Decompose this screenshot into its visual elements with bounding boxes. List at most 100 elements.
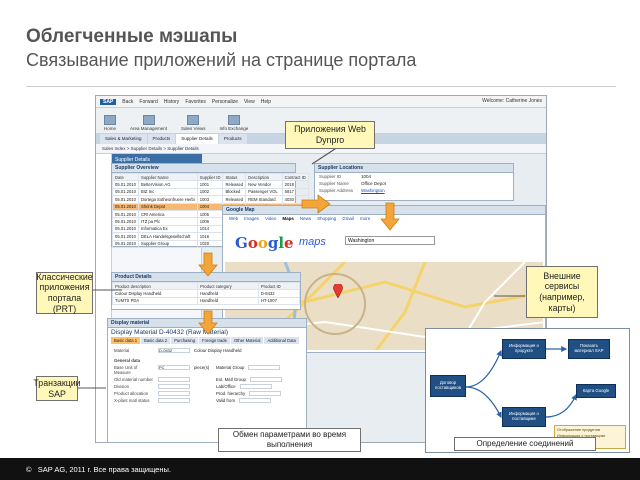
favorites-link[interactable]: Favorites — [185, 99, 206, 105]
node-supplier-list[interactable]: Договор поставщиков — [430, 375, 466, 397]
table-cell: 05.01.2010 — [112, 239, 139, 248]
product-details-panel: Product Details Product description Produ… — [111, 272, 301, 310]
field-label: X-plant matl status — [114, 398, 150, 403]
map-pin-icon[interactable] — [333, 284, 343, 298]
node-supplier-info[interactable]: Информация о поставщике — [502, 407, 546, 427]
location-field: Supplier Name Office Depot — [315, 180, 513, 187]
field-value: Office Depot — [361, 181, 386, 186]
section-label: General data — [114, 358, 141, 363]
table-cell: TUMTS PDA — [111, 296, 199, 306]
map-search-input[interactable]: Washington — [345, 236, 435, 245]
table-cell: Supplier Group — [137, 239, 198, 248]
panel-title: Supplier Locations — [315, 164, 513, 173]
field-unit — [194, 391, 212, 396]
table-row[interactable]: 05.01.2010 Dortega Sotheonfruere Herbi 100… — [112, 195, 309, 204]
help-link[interactable]: Help — [261, 99, 271, 105]
column-header[interactable]: Product ID — [257, 281, 301, 291]
link-gmail[interactable]: Gmail — [342, 216, 354, 221]
link-video[interactable]: Video — [265, 216, 276, 221]
material-id-field[interactable]: D-0432 — [158, 348, 190, 353]
column-header[interactable]: Description — [245, 172, 283, 182]
tab-products-2[interactable]: Products — [218, 134, 247, 144]
field-input[interactable] — [158, 391, 190, 396]
column-header[interactable]: Contract ID — [281, 172, 309, 182]
field-input[interactable] — [249, 391, 282, 396]
column-header[interactable]: Product category — [197, 281, 259, 291]
field-label: Supplier Address — [319, 188, 354, 193]
callout-sap-transactions: Транзакции SAP — [33, 376, 81, 401]
title-divider — [26, 86, 616, 87]
tab-products[interactable]: Products — [147, 134, 176, 144]
column-header[interactable]: Date — [112, 172, 139, 182]
field-input[interactable] — [158, 377, 190, 382]
field-input[interactable] — [239, 384, 272, 389]
sap-logo: SAP — [100, 98, 117, 105]
column-header[interactable]: Supplier ID — [196, 172, 224, 182]
field-value: 1004 — [361, 174, 372, 179]
table-cell: 05.01.2010 — [112, 217, 139, 226]
field-input[interactable]: PC — [158, 365, 190, 370]
table-cell: 05.01.2010 — [112, 187, 139, 197]
column-header[interactable]: Product description — [111, 281, 199, 291]
history-link[interactable]: History — [164, 99, 180, 105]
callout-external-services: Внешние сервисы (например, карты) — [526, 266, 598, 318]
tab-additional-data[interactable]: Additional Data — [264, 337, 299, 344]
forward-link[interactable]: Forward — [139, 99, 157, 105]
product-table: Product description Product category Produ… — [111, 281, 301, 306]
field-label: Product allocation — [114, 391, 149, 396]
field-input[interactable] — [239, 398, 272, 403]
footer-text: SAP AG, 2011 г. Все права защищены. — [37, 465, 171, 474]
table-row[interactable]: 05.01.2010 BIZ Inc 1002 Blocked Passenger VO… — [112, 187, 309, 197]
tab-supplier-details[interactable]: Supplier Details — [176, 134, 218, 144]
table-row[interactable]: TUMTS PDA Handheld HT-1007 — [111, 296, 301, 306]
table-cell: Released — [222, 180, 247, 189]
material-field-row: Division Lab/Office — [108, 383, 306, 390]
footer: © SAP AG, 2011 г. Все права защищены. — [0, 458, 640, 480]
node-google-map[interactable]: Карта Google — [576, 384, 616, 398]
field-input[interactable] — [249, 377, 282, 382]
field-label: Lab/Office — [216, 384, 236, 389]
column-header[interactable]: Supplier Name — [137, 172, 198, 182]
node-material-info[interactable]: Показать материал SAP — [568, 339, 610, 359]
back-link[interactable]: Back — [122, 99, 133, 105]
field-input[interactable] — [248, 365, 281, 370]
field-input[interactable] — [158, 384, 190, 389]
table-row[interactable]: 05.01.2010 BetterVision AG 1001 Released New… — [112, 180, 309, 189]
table-cell: 05.01.2010 — [112, 224, 139, 234]
table-cell: Dortega Sotheonfruere Herbi — [137, 195, 198, 204]
tool-info-exchange[interactable]: Info Exchange — [219, 115, 248, 131]
link-more[interactable]: more — [360, 216, 370, 221]
column-header[interactable]: Status — [222, 172, 247, 182]
field-unit — [194, 384, 212, 389]
field-input[interactable] — [158, 398, 190, 403]
link-news[interactable]: News — [300, 216, 311, 221]
tab-sales-marketing[interactable]: Sales & Marketing — [100, 134, 147, 144]
link-maps[interactable]: Maps — [282, 216, 294, 221]
welcome-text: Welcome: Catherine Jones — [482, 98, 542, 104]
tab-basic-data-1[interactable]: Basic data 1 — [111, 337, 141, 344]
link-web[interactable]: Web — [229, 216, 238, 221]
tool-home[interactable]: Home — [104, 115, 116, 131]
table-cell: 2018 — [281, 180, 309, 189]
label-connections: Определение соединений — [454, 437, 596, 451]
folder-icon — [142, 115, 155, 125]
tab-other-material[interactable]: Other Material — [230, 337, 264, 344]
callout-web-dynpro: Приложения Web Dynpro — [285, 121, 375, 149]
tool-label: Area Management — [130, 126, 168, 131]
field-label: Division — [114, 384, 130, 389]
view-link[interactable]: View — [244, 99, 255, 105]
tool-sales-views[interactable]: Sales Views — [181, 115, 205, 131]
tool-area-management[interactable]: Area Management — [130, 115, 167, 131]
personalize-link[interactable]: Personalize — [212, 99, 238, 105]
table-cell: 05.01.2010 — [112, 195, 139, 204]
link-shopping[interactable]: Shopping — [317, 216, 336, 221]
tab-basic-data-2[interactable]: Basic data 2 — [141, 337, 171, 344]
material-tabs: Basic data 1 Basic data 2 Purchasing For… — [108, 337, 306, 344]
table-row[interactable]: Colour Display Handheld Handheld D-8432 — [111, 289, 301, 298]
link-images[interactable]: Images — [244, 216, 259, 221]
field-value[interactable]: Washington — [361, 188, 385, 193]
table-cell: BetterVision AG — [137, 180, 198, 189]
tab-purchasing[interactable]: Purchasing — [171, 337, 199, 344]
node-product-info[interactable]: Информация о продукте — [502, 339, 546, 359]
tab-foreign-trade[interactable]: Foreign trade — [199, 337, 230, 344]
